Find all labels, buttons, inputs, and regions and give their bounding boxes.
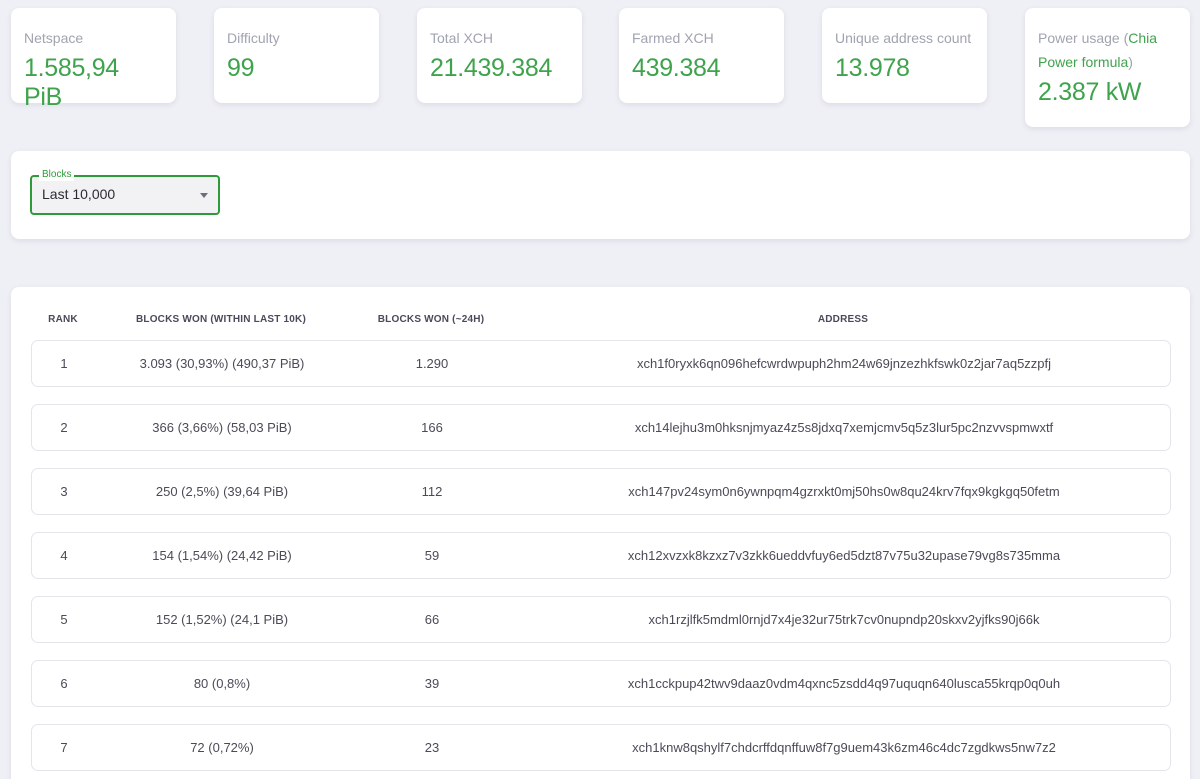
rank-cell: 1 xyxy=(60,356,68,371)
power-label-prefix: Power usage ( xyxy=(1038,30,1129,46)
blocks-select-value: Last 10,000 xyxy=(42,186,116,202)
stat-label: Difficulty xyxy=(227,30,280,46)
stat-value: 2.387 kW xyxy=(1038,78,1142,106)
rank-cell: 3 xyxy=(60,484,68,499)
rank-cell: 6 xyxy=(60,676,68,691)
table-row: 7 72 (0,72%) 23 xch1knw8qshylf7chdcrffdq… xyxy=(31,724,1171,771)
header-address: ADDRESS xyxy=(817,314,869,325)
blocks-won-cell: 152 (1,52%) (24,1 PiB) xyxy=(155,612,289,627)
blocks-select[interactable]: Blocks Last 10,000 xyxy=(30,169,220,215)
stat-label: Unique address count xyxy=(835,30,972,46)
stat-card-unique-addresses: Unique address count 13.978 xyxy=(822,8,987,103)
blocks-24h-cell: 66 xyxy=(424,612,440,627)
stat-card-difficulty: Difficulty 99 xyxy=(214,8,379,103)
header-rank: RANK xyxy=(48,314,78,325)
stat-card-power-usage: Power usage (Chia Power formula) 2.387 k… xyxy=(1025,8,1190,127)
table-row: 1 3.093 (30,93%) (490,37 PiB) 1.290 xch1… xyxy=(31,340,1171,387)
address-cell: xch12xvzxk8kzxz7v3zkk6ueddvfuy6ed5dzt87v… xyxy=(627,548,1061,563)
rank-cell: 2 xyxy=(60,420,68,435)
header-blocks-won: BLOCKS WON (WITHIN LAST 10K) xyxy=(135,314,307,325)
rank-cell: 7 xyxy=(60,740,68,755)
address-cell: xch1knw8qshylf7chdcrffdqnffuw8f7g9uem43k… xyxy=(632,740,1056,755)
blocks-24h-cell: 1.290 xyxy=(415,356,449,371)
stat-value: 439.384 xyxy=(632,54,721,82)
stat-value: 21.439.384 xyxy=(430,54,553,82)
stat-label: Total XCH xyxy=(430,30,494,46)
address-cell: xch1cckpup42twv9daaz0vdm4qxnc5zsdd4q97uq… xyxy=(627,676,1061,691)
blocks-24h-cell: 112 xyxy=(421,484,443,499)
power-label-suffix: ) xyxy=(1128,54,1133,70)
blocks-won-cell: 3.093 (30,93%) (490,37 PiB) xyxy=(139,356,305,371)
rank-cell: 5 xyxy=(60,612,68,627)
address-cell: xch1rzjlfk5mdml0rnjd7x4je32ur75trk7cv0nu… xyxy=(648,612,1040,627)
blocks-24h-cell: 23 xyxy=(424,740,440,755)
stat-label: Farmed XCH xyxy=(632,30,714,46)
stat-label: Power usage (Chia Power formula) xyxy=(1038,26,1177,74)
stat-card-total-xch: Total XCH 21.439.384 xyxy=(417,8,582,103)
rank-cell: 4 xyxy=(60,548,68,563)
table-row: 2 366 (3,66%) (58,03 PiB) 166 xch14lejhu… xyxy=(31,404,1171,451)
stat-value: 1.585,94 PiB xyxy=(24,54,119,111)
chevron-down-icon xyxy=(200,193,208,198)
blocks-won-cell: 250 (2,5%) (39,64 PiB) xyxy=(155,484,289,499)
page: Netspace 1.585,94 PiB Difficulty 99 Tota… xyxy=(0,0,1200,779)
address-cell: xch1f0ryxk6qn096hefcwrdwpuph2hm24w69jnze… xyxy=(636,356,1052,371)
blocks-24h-cell: 166 xyxy=(421,420,443,435)
address-cell: xch14lejhu3m0hksnjmyaz4z5s8jdxq7xemjcmv5… xyxy=(634,420,1054,435)
leaderboard-table: RANK BLOCKS WON (WITHIN LAST 10K) BLOCKS… xyxy=(11,287,1190,779)
header-blocks-won-24h: BLOCKS WON (~24H) xyxy=(377,314,485,325)
filter-panel: Blocks Last 10,000 xyxy=(11,151,1190,239)
blocks-won-cell: 366 (3,66%) (58,03 PiB) xyxy=(152,420,292,435)
table-row: 4 154 (1,54%) (24,42 PiB) 59 xch12xvzxk8… xyxy=(31,532,1171,579)
stat-label: Netspace xyxy=(24,30,84,46)
blocks-24h-cell: 59 xyxy=(424,548,440,563)
blocks-24h-cell: 39 xyxy=(424,676,440,691)
address-cell: xch147pv24sym0n6ywnpqm4gzrxkt0mj50hs0w8q… xyxy=(628,484,1060,499)
stat-value: 99 xyxy=(227,54,255,82)
blocks-won-cell: 72 (0,72%) xyxy=(190,740,254,755)
blocks-won-cell: 154 (1,54%) (24,42 PiB) xyxy=(152,548,292,563)
stat-value: 13.978 xyxy=(835,54,910,82)
stat-card-farmed-xch: Farmed XCH 439.384 xyxy=(619,8,784,103)
blocks-select-legend: Blocks xyxy=(39,169,75,181)
blocks-won-cell: 80 (0,8%) xyxy=(193,676,251,691)
table-row: 3 250 (2,5%) (39,64 PiB) 112 xch147pv24s… xyxy=(31,468,1171,515)
table-row: 6 80 (0,8%) 39 xch1cckpup42twv9daaz0vdm4… xyxy=(31,660,1171,707)
stat-card-netspace: Netspace 1.585,94 PiB xyxy=(11,8,176,111)
table-row: 5 152 (1,52%) (24,1 PiB) 66 xch1rzjlfk5m… xyxy=(31,596,1171,643)
